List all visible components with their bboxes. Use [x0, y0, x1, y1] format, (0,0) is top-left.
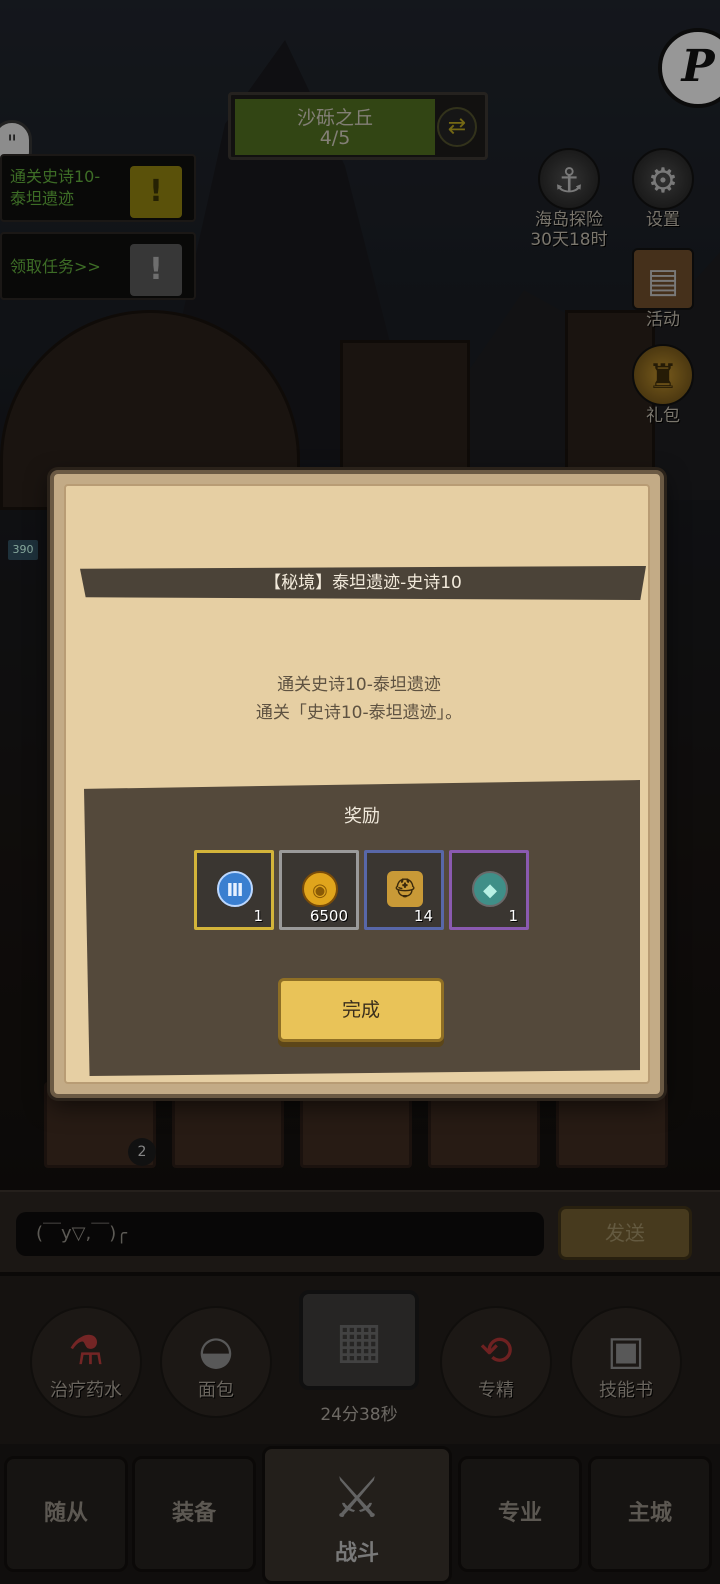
dialog-parchment: 【秘境】泰坦遗迹-史诗10 通关史诗10-泰坦遗迹 通关「史诗10-泰坦遗迹」。… [64, 484, 650, 1084]
mission-name: 通关史诗10-泰坦遗迹 [277, 675, 441, 695]
helmet-icon: ⛑ [387, 871, 423, 907]
reward-quantity: 1 [253, 907, 263, 925]
reward-quantity: 14 [413, 907, 433, 925]
reward-panel: 奖励 Ⅲ 1 ◉ 6500 ⛑ 14 ◆ 1 完成 [84, 780, 640, 1076]
dialog-title: 【秘境】泰坦遗迹-史诗10 [80, 566, 646, 600]
reward-slot[interactable]: Ⅲ 1 [194, 850, 274, 930]
reward-slot[interactable]: ⛑ 14 [364, 850, 444, 930]
roman-numeral-3-token-icon: Ⅲ [217, 871, 253, 907]
reward-slot[interactable]: ◆ 1 [449, 850, 529, 930]
reward-title: 奖励 [344, 806, 380, 827]
reward-slot[interactable]: ◉ 6500 [279, 850, 359, 930]
gold-coin-icon: ◉ [302, 871, 338, 907]
complete-button[interactable]: 完成 [278, 978, 444, 1042]
reward-quantity: 1 [508, 907, 518, 925]
quest-complete-dialog: 【秘境】泰坦遗迹-史诗10 通关史诗10-泰坦遗迹 通关「史诗10-泰坦遗迹」。… [50, 470, 664, 1098]
mission-description: 通关「史诗10-泰坦遗迹」。 [255, 703, 463, 723]
reward-quantity: 6500 [309, 907, 348, 925]
gem-ore-icon: ◆ [472, 871, 508, 907]
